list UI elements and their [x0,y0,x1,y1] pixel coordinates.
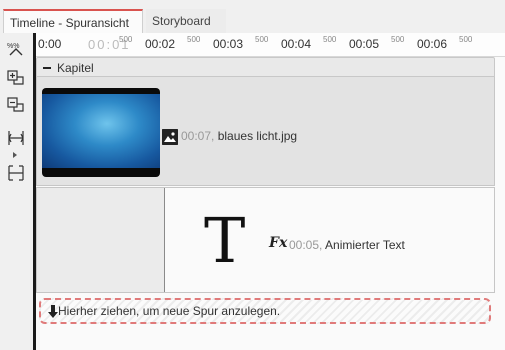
thumbnail-image [42,94,160,168]
ruler-minor-label: 500 [255,35,269,44]
ruler-minor-label: 500 [187,35,201,44]
text-clip-preview: T [204,204,246,277]
ruler-label: 0:00 [38,37,62,51]
ruler-label: 00:06 [417,37,448,51]
ruler-minor-label: 500 [119,35,133,44]
chapter-label: Kapitel [57,61,94,75]
ruler-minor-label: 500 [391,35,405,44]
tab-storyboard[interactable]: Storyboard [146,9,226,33]
remove-track-icon[interactable] [4,95,28,115]
ruler-label: 00:05 [349,37,380,51]
chapter-header[interactable]: Kapitel [36,57,495,77]
image-track[interactable]: 00:07, blaues licht.jpg [36,77,495,186]
timeline-tracks: Kapitel 00:07, blaues licht.jpg T Fx 00:… [36,57,505,350]
ruler-minor-label: 500 [323,35,337,44]
drop-zone-label: Hierher ziehen, um neue Spur anzulegen. [58,304,281,318]
ruler-label: 00:03 [213,37,244,51]
clip-duration: 00:07, [181,129,215,143]
timeline-toolbar: %% [0,33,33,350]
clip-duration: 00:05, [289,238,323,252]
time-ruler[interactable]: 0:00 00:01 500 00:02 500 00:03 500 00:04… [36,33,505,57]
add-track-icon[interactable] [4,68,28,88]
text-track[interactable]: T Fx 00:05, Animierter Text [36,187,495,293]
zoom-icon[interactable]: %% [4,38,28,58]
text-clip-label: 00:05, Animierter Text [289,238,405,252]
image-clip-thumbnail[interactable] [42,88,160,177]
clip-name: blaues licht.jpg [217,129,298,143]
text-effect-icon: Fx [269,235,288,251]
new-track-drop-zone[interactable]: Hierher ziehen, um neue Spur anzulegen. [39,298,491,324]
arrow-down-icon [48,305,58,318]
expand-arrow-icon[interactable] [11,151,19,159]
tab-timeline[interactable]: Timeline - Spuransicht [3,9,143,33]
svg-text:%%: %% [7,43,19,50]
tab-bar: Timeline - Spuransicht Storyboard [0,0,505,33]
clip-divider [164,188,165,292]
fit-all-icon[interactable] [4,163,28,183]
image-clip-label: 00:07, blaues licht.jpg [181,129,297,143]
ruler-label: 00:04 [281,37,312,51]
clip-name: Animierter Text [325,238,405,252]
ruler-minor-label: 500 [459,35,473,44]
ruler-label: 00:02 [145,37,176,51]
image-icon [162,129,178,145]
fit-width-icon[interactable] [4,128,28,148]
collapse-icon[interactable] [43,67,51,69]
